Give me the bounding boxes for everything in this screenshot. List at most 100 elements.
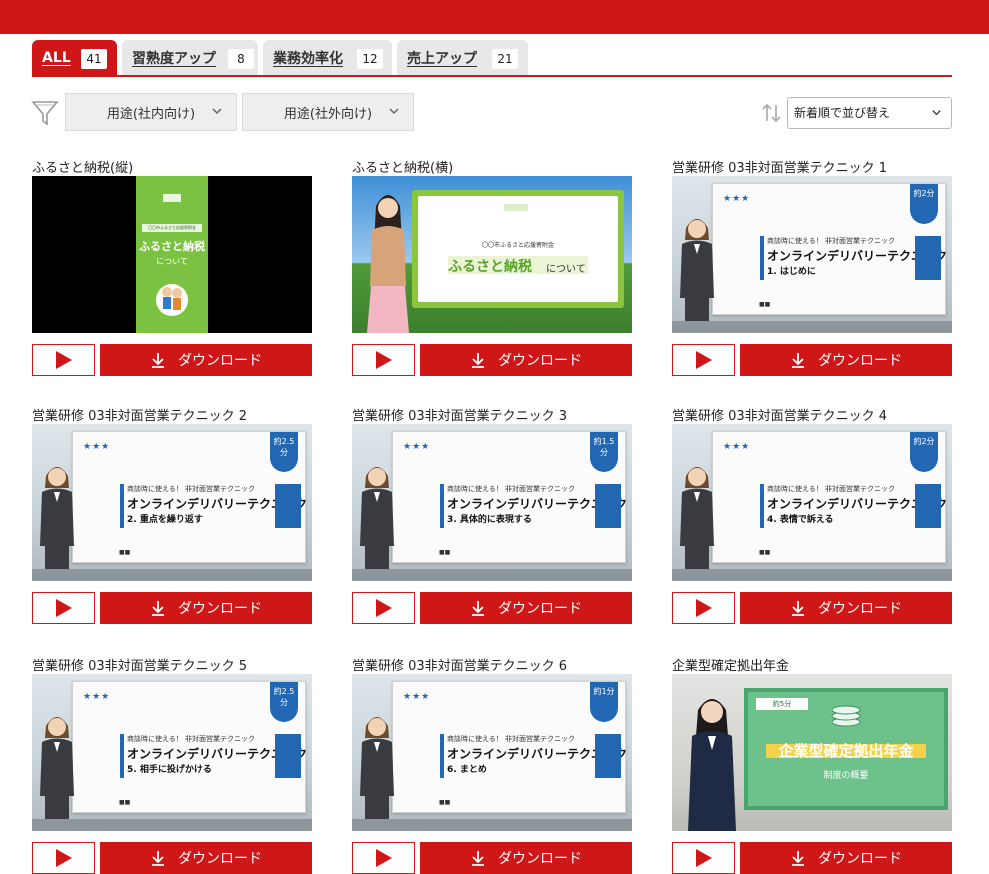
tab-count-badge: 8 [228, 49, 254, 69]
play-icon [56, 351, 72, 369]
slide-chapter: 5. 相手に投げかける [127, 765, 212, 775]
tab-sales[interactable]: 売上アップ 21 [397, 40, 528, 75]
download-icon [792, 601, 804, 616]
sort-select[interactable]: 新着順で並び替え [787, 97, 952, 129]
download-button[interactable]: ダウンロード [100, 344, 312, 376]
video-thumbnail[interactable]: ★★★ 約1分 商談時に使える！ 非対面営業テクニック オンラインデリバリーテクニック… [352, 674, 632, 831]
play-button[interactable] [352, 344, 415, 376]
download-icon [152, 851, 164, 866]
accent-bar [440, 484, 444, 528]
presenter-avatar [688, 699, 736, 831]
company-logo: ■■ [439, 799, 451, 806]
floor [32, 819, 312, 831]
video-thumbnail[interactable]: ★★★ 約2分 商談時に使える！ 非対面営業テクニック オンラインデリバリーテクニック… [672, 176, 952, 333]
slide-inner: 〇〇市ふるさと応援寄附金 ふるさと納税 について [418, 196, 618, 302]
video-title: 営業研修 03非対面営業テクニック 6 [352, 659, 568, 674]
download-button[interactable]: ダウンロード [100, 842, 312, 874]
filter-external-label: 用途(社外向け) [283, 106, 373, 122]
download-label: ダウンロード [178, 851, 262, 867]
download-button[interactable]: ダウンロード [420, 592, 632, 624]
tab-label: 売上アップ [407, 50, 477, 67]
filter-external-select[interactable]: 用途(社外向け) [242, 93, 414, 131]
chevron-down-icon [389, 108, 399, 115]
slide-subtitle: 商談時に使える！ 非対面営業テクニック [767, 485, 896, 493]
download-button[interactable]: ダウンロード [420, 842, 632, 874]
company-logo: ■■ [119, 799, 131, 806]
video-title: 営業研修 03非対面営業テクニック 1 [672, 161, 888, 176]
presenter-avatar [367, 195, 409, 333]
slide-subtitle: 商談時に使える！ 非対面営業テクニック [447, 735, 576, 743]
video-thumbnail[interactable]: 〇〇市ふるさと応援寄附金 ふるさと納税 について [32, 176, 312, 333]
download-button[interactable]: ダウンロード [740, 842, 952, 874]
tab-efficiency[interactable]: 業務効率化 12 [263, 40, 392, 75]
tab-all[interactable]: ALL 41 [32, 40, 117, 75]
video-thumbnail[interactable]: ★★★ 約1.5分 商談時に使える！ 非対面営業テクニック オンラインデリバリーテクニ… [352, 424, 632, 581]
video-thumbnail[interactable]: 約5分 企業型確定拠出年金 制度の概要 [672, 674, 952, 831]
filter-internal-label: 用途(社内向け) [106, 106, 196, 122]
horizontal-slide: 〇〇市ふるさと応援寄附金 ふるさと納税 について [412, 190, 624, 308]
tab-proficiency[interactable]: 習熟度アップ 8 [122, 40, 258, 75]
video-thumbnail[interactable]: ★★★ 約2.5分 商談時に使える！ 非対面営業テクニック オンラインデリバリーテクニ… [32, 424, 312, 581]
play-button[interactable] [32, 344, 95, 376]
video-title: 営業研修 03非対面営業テクニック 2 [32, 409, 248, 424]
play-button[interactable] [32, 592, 95, 624]
slide-headline: 企業型確定拠出年金 [778, 742, 914, 760]
filter-internal-select[interactable]: 用途(社内向け) [65, 93, 237, 131]
arrow-box-icon [275, 734, 301, 778]
play-button[interactable] [672, 344, 735, 376]
arrow-box-icon [595, 734, 621, 778]
training-slide: ★★★ 約2分 商談時に使える！ 非対面営業テクニック オンラインデリバリーテクニック… [712, 183, 947, 315]
presenter-avatar [40, 717, 74, 824]
download-icon [472, 353, 484, 368]
video-thumbnail[interactable]: ★★★ 約2分 商談時に使える！ 非対面営業テクニック オンラインデリバリーテクニック… [672, 424, 952, 581]
play-button[interactable] [352, 842, 415, 874]
arrow-box-icon [275, 484, 301, 528]
presenter-avatar [680, 467, 714, 574]
star-rating-icon: ★★★ [723, 442, 751, 452]
download-button[interactable]: ダウンロード [420, 344, 632, 376]
download-label: ダウンロード [178, 353, 262, 369]
sort-icon [762, 103, 781, 123]
presenter-avatar [360, 717, 394, 824]
video-title: 営業研修 03非対面営業テクニック 5 [32, 659, 248, 674]
slide-subtitle: 商談時に使える！ 非対面営業テクニック [127, 485, 256, 493]
slide-subtitle: 制度の概要 [823, 771, 869, 781]
slide-number-tag [163, 194, 181, 202]
presenter-avatar [680, 219, 714, 326]
download-button[interactable]: ダウンロード [100, 592, 312, 624]
tab-count-badge: 21 [492, 49, 518, 69]
download-label: ダウンロード [498, 601, 582, 617]
floor [672, 321, 952, 333]
slide-subtitle: 商談時に使える！ 非対面営業テクニック [767, 237, 896, 245]
download-label: ダウンロード [178, 601, 262, 617]
star-rating-icon: ★★★ [83, 442, 111, 452]
download-icon [792, 353, 804, 368]
accent-bar [120, 734, 124, 778]
video-title: 企業型確定拠出年金 [672, 659, 790, 674]
star-rating-icon: ★★★ [83, 692, 111, 702]
category-tabs: ALL 41 習熟度アップ 8 業務効率化 12 売上アップ 21 [32, 40, 952, 77]
download-label: ダウンロード [818, 601, 902, 617]
play-button[interactable] [32, 842, 95, 874]
slide-chapter: 3. 具体的に表現する [447, 515, 532, 525]
slide-headline: ふるさと納税 [139, 240, 205, 253]
slide-headline: ふるさと納税 [448, 259, 532, 275]
slide-number-tag [504, 204, 528, 211]
slide-subtitle: について [546, 264, 586, 275]
chevron-down-icon [212, 108, 222, 115]
training-slide: ★★★ 約2.5分 商談時に使える！ 非対面営業テクニック オンラインデリバリーテクニ… [72, 431, 307, 563]
play-icon [376, 849, 392, 867]
pension-slide: 約5分 企業型確定拠出年金 制度の概要 [744, 688, 948, 810]
training-slide: ★★★ 約1分 商談時に使える！ 非対面営業テクニック オンラインデリバリーテクニック… [392, 681, 627, 813]
play-button[interactable] [672, 592, 735, 624]
play-button[interactable] [672, 842, 735, 874]
video-thumbnail[interactable]: ★★★ 約2.5分 商談時に使える！ 非対面営業テクニック オンラインデリバリーテクニ… [32, 674, 312, 831]
download-button[interactable]: ダウンロード [740, 344, 952, 376]
play-button[interactable] [352, 592, 415, 624]
floor [32, 569, 312, 581]
duration-badge: 約1分 [590, 682, 618, 722]
video-thumbnail[interactable]: 〇〇市ふるさと応援寄附金 ふるさと納税 について [352, 176, 632, 333]
duration-badge: 約2.5分 [270, 682, 298, 722]
download-button[interactable]: ダウンロード [740, 592, 952, 624]
training-slide: ★★★ 約2.5分 商談時に使える！ 非対面営業テクニック オンラインデリバリーテクニ… [72, 681, 307, 813]
